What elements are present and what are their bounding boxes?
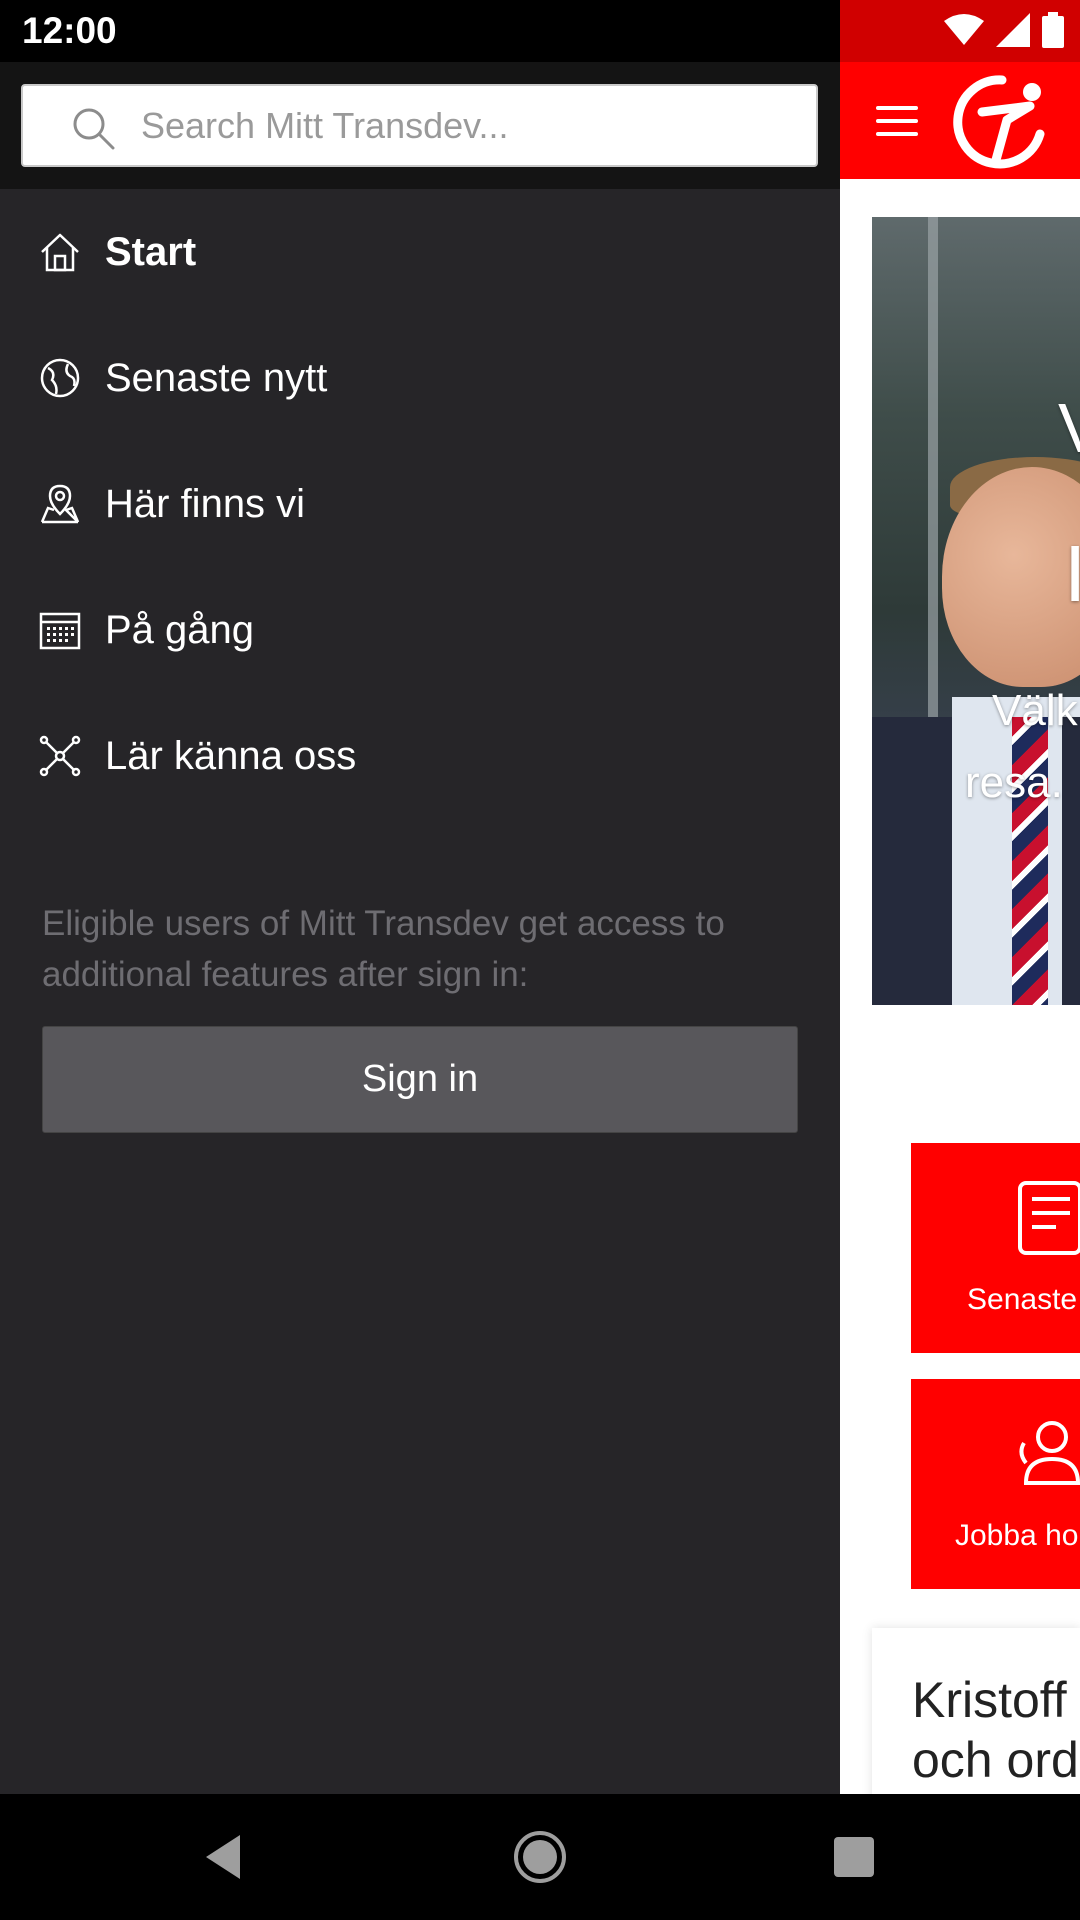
globe-icon — [40, 358, 80, 398]
signal-icon — [996, 13, 1030, 47]
hero-image — [872, 217, 1080, 1005]
nav-item-label: Lär känna oss — [105, 733, 357, 778]
nav-item-lar-kanna-oss[interactable]: Lär känna oss — [0, 706, 840, 806]
signin-info-text: Eligible users of Mitt Transdev get acce… — [42, 904, 725, 994]
transdev-logo-icon — [953, 75, 1045, 169]
nav-item-start[interactable]: Start — [0, 202, 840, 302]
nav-item-label: Här finns vi — [105, 481, 306, 526]
tile-jobba[interactable]: Jobba ho — [911, 1379, 1080, 1589]
hero-heading-line-1: V — [1058, 388, 1080, 468]
home-button-icon[interactable] — [512, 1829, 568, 1885]
network-icon — [39, 735, 81, 777]
nav-item-label: På gång — [105, 607, 255, 652]
map-pin-icon — [40, 484, 80, 524]
hamburger-menu-icon[interactable] — [876, 106, 918, 136]
navigation-drawer: Start Senaste nytt Här finns vi På gång — [0, 62, 840, 1794]
back-icon[interactable] — [196, 1829, 252, 1885]
nav-item-har-finns-vi[interactable]: Här finns vi — [0, 454, 840, 554]
app-header — [840, 62, 1080, 179]
tile-label: Jobba ho — [955, 1519, 1079, 1552]
wifi-icon — [944, 14, 984, 45]
nav-item-label: Start — [105, 229, 197, 274]
status-bar: 12:00 — [0, 0, 1080, 62]
nav-item-label: Senaste nytt — [105, 355, 328, 400]
search-bar — [0, 62, 840, 189]
hero-subtext-line-1: Välk — [992, 686, 1078, 735]
battery-icon — [1042, 12, 1064, 48]
article-card-title: Kristoff och ord — [912, 1672, 1079, 1788]
recents-icon[interactable] — [826, 1829, 882, 1885]
tile-senaste[interactable]: Senaste — [911, 1143, 1080, 1353]
system-navigation-bar — [0, 1794, 1080, 1920]
hero-heading-line-2: I — [1064, 529, 1080, 618]
search-input[interactable] — [141, 86, 791, 165]
nav-item-pa-gang[interactable]: På gång — [0, 580, 840, 680]
sign-in-button[interactable]: Sign in — [42, 1026, 798, 1133]
nav-item-senaste-nytt[interactable]: Senaste nytt — [0, 328, 840, 428]
calendar-icon — [39, 612, 81, 650]
status-icons — [944, 12, 1064, 48]
status-time: 12:00 — [22, 10, 117, 51]
people-icon — [1019, 1421, 1080, 1485]
search-box[interactable] — [21, 84, 818, 167]
hero-subtext-line-2: resa. — [965, 758, 1063, 807]
home-icon — [41, 233, 79, 272]
tile-label: Senaste — [967, 1283, 1078, 1316]
search-icon — [73, 108, 115, 150]
newspaper-icon — [1018, 1181, 1080, 1255]
